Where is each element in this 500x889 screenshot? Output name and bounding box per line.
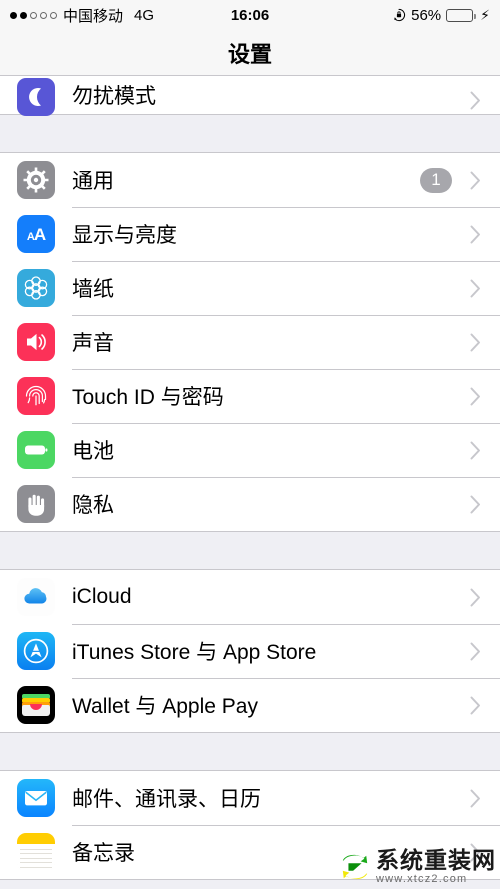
chevron-right-icon xyxy=(462,387,488,406)
settings-row[interactable]: 隐私 xyxy=(0,477,500,531)
watermark-logo-icon xyxy=(340,852,370,882)
network-type: 4G xyxy=(134,6,155,24)
signal-strength-dots xyxy=(10,11,57,19)
chevron-right-icon xyxy=(462,225,488,244)
settings-row-label: 声音 xyxy=(72,332,114,355)
settings-row-label: 电池 xyxy=(72,440,114,463)
rotation-lock-icon xyxy=(392,8,406,22)
aa-icon: AA xyxy=(17,215,55,253)
chevron-right-icon xyxy=(462,441,488,460)
settings-row[interactable]: 电池 xyxy=(0,423,500,477)
chevron-right-icon xyxy=(462,642,488,661)
moon-icon xyxy=(17,78,55,116)
settings-row[interactable]: iTunes Store 与 App Store xyxy=(0,624,500,678)
app-store-icon xyxy=(17,632,55,670)
chevron-right-icon xyxy=(462,91,488,110)
battery-icon xyxy=(446,8,477,22)
settings-group-device-section: 通用 1 AA 显示与亮度墙纸声音 Touch ID 与密码 电池隐私 xyxy=(0,152,500,532)
gear-icon xyxy=(17,161,55,199)
signal-dot-2 xyxy=(20,11,27,19)
settings-row-label: 勿扰模式 xyxy=(72,85,156,108)
settings-row-label: 隐私 xyxy=(72,494,114,517)
settings-row-label: Touch ID 与密码 xyxy=(72,386,224,409)
cloud-icon xyxy=(17,578,55,616)
fingerprint-icon xyxy=(17,377,55,415)
settings-row-label: 邮件、通讯录、日历 xyxy=(72,788,261,811)
status-bar-left: 中国移动 4G xyxy=(10,5,250,26)
watermark-text: 系统重装网 www.xtcz2.com xyxy=(376,849,496,885)
settings-row[interactable]: 邮件、通讯录、日历 xyxy=(0,771,500,825)
settings-row[interactable]: Wallet 与 Apple Pay xyxy=(0,678,500,732)
status-badge: 1 xyxy=(420,167,452,193)
navigation-bar: 设置 xyxy=(0,30,500,76)
status-bar: 中国移动 4G 16:06 56% ⚡ xyxy=(0,0,500,30)
settings-row-label: 显示与亮度 xyxy=(72,224,177,247)
chevron-right-icon xyxy=(462,279,488,298)
settings-row[interactable]: 通用 1 xyxy=(0,153,500,207)
battery-icon xyxy=(17,431,55,469)
battery-percentage: 56% xyxy=(411,6,442,24)
wallet-icon xyxy=(17,686,55,724)
chevron-right-icon xyxy=(462,495,488,514)
group-separator xyxy=(0,733,500,770)
chevron-right-icon xyxy=(462,789,488,808)
page-title: 设置 xyxy=(227,41,272,67)
status-bar-right: 56% ⚡ xyxy=(250,7,490,24)
carrier-name: 中国移动 xyxy=(63,7,124,25)
wallet-cards-art xyxy=(17,686,55,724)
chevron-right-icon xyxy=(462,171,488,190)
settings-row[interactable]: AA 显示与亮度 xyxy=(0,207,500,261)
settings-row[interactable]: 勿扰模式 xyxy=(0,76,500,116)
chevron-right-icon xyxy=(462,588,488,607)
settings-list[interactable]: 勿扰模式通用 1 AA 显示与亮度墙纸声音 Touch ID 与密码 电池隐私 iCloud… xyxy=(0,76,500,888)
settings-row[interactable]: Touch ID 与密码 xyxy=(0,369,500,423)
group-separator xyxy=(0,532,500,569)
speaker-icon xyxy=(17,323,55,361)
signal-dot-1 xyxy=(10,11,17,19)
signal-dot-4 xyxy=(40,11,47,19)
hand-icon xyxy=(17,485,55,523)
settings-group-dnd-section: 勿扰模式 xyxy=(0,76,500,116)
watermark-url: www.xtcz2.com xyxy=(376,873,468,885)
settings-row[interactable]: 声音 xyxy=(0,315,500,369)
watermark-title: 系统重装网 xyxy=(376,847,496,873)
group-separator xyxy=(0,115,500,152)
settings-row-label: 墙纸 xyxy=(72,278,114,301)
settings-row-label: iTunes Store 与 App Store xyxy=(72,641,317,664)
charging-bolt-icon: ⚡ xyxy=(480,7,490,23)
chevron-right-icon xyxy=(462,333,488,352)
notes-icon xyxy=(17,833,55,871)
flower-icon xyxy=(17,269,55,307)
settings-row-label: 通用 xyxy=(72,170,114,193)
site-watermark: 系统重装网 www.xtcz2.com xyxy=(340,849,496,885)
settings-row-label: iCloud xyxy=(72,585,132,608)
signal-dot-3 xyxy=(30,11,37,19)
notes-paper-art xyxy=(17,833,55,871)
chevron-right-icon xyxy=(462,696,488,715)
aa-glyph: AA xyxy=(26,224,46,244)
settings-row[interactable]: iCloud xyxy=(0,570,500,624)
settings-screen: 中国移动 4G 16:06 56% ⚡ 设置 勿扰模式通用 1 AA 显示与亮度墙纸声… xyxy=(0,0,500,889)
settings-row[interactable]: 墙纸 xyxy=(0,261,500,315)
mail-icon xyxy=(17,779,55,817)
settings-group-accounts-section: iCloud iTunes Store 与 App Store Wallet 与 A… xyxy=(0,569,500,733)
settings-row-label: Wallet 与 Apple Pay xyxy=(72,695,258,718)
signal-dot-5 xyxy=(50,11,57,19)
